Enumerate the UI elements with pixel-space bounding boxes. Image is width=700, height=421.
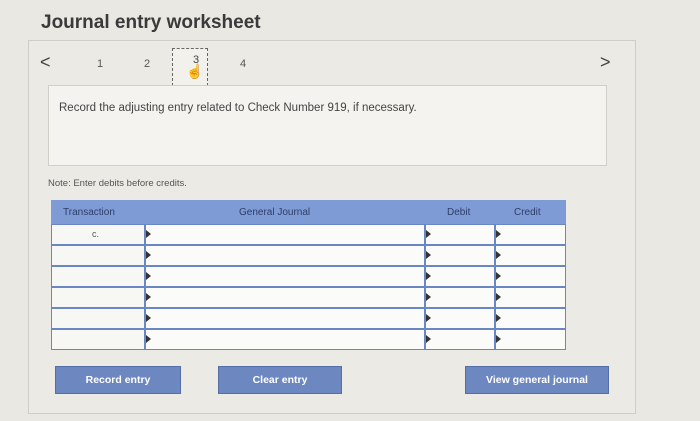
- row-marker-icon: [146, 293, 151, 301]
- journal-table: Transaction General Journal Debit Credit…: [51, 200, 566, 350]
- debit-input[interactable]: [426, 309, 494, 328]
- debit-input[interactable]: [426, 225, 494, 244]
- debit-input[interactable]: [426, 330, 494, 349]
- instruction-box: Record the adjusting entry related to Ch…: [48, 85, 607, 166]
- credit-input[interactable]: [496, 309, 565, 328]
- column-header-credit: Credit: [514, 207, 541, 218]
- step-4-tab[interactable]: 4: [240, 58, 246, 70]
- general-journal-input[interactable]: [146, 225, 424, 244]
- row-marker-icon: [496, 314, 501, 322]
- general-journal-input[interactable]: [146, 309, 424, 328]
- row-marker-icon: [426, 230, 431, 238]
- step-1-tab[interactable]: 1: [97, 58, 103, 70]
- chevron-right-icon[interactable]: >: [600, 52, 611, 73]
- row-marker-icon: [146, 272, 151, 280]
- hand-pointer-icon: ☝: [186, 63, 204, 79]
- transaction-cell: c.: [52, 225, 144, 244]
- page-title: Journal entry worksheet: [41, 12, 261, 33]
- step-3-tab[interactable]: 3 ☝: [172, 48, 208, 86]
- chevron-left-icon[interactable]: <: [40, 52, 51, 73]
- general-journal-input[interactable]: [146, 267, 424, 286]
- instruction-text: Record the adjusting entry related to Ch…: [59, 102, 417, 114]
- row-marker-icon: [426, 314, 431, 322]
- credit-input[interactable]: [496, 288, 565, 307]
- row-marker-icon: [426, 293, 431, 301]
- general-journal-input[interactable]: [146, 288, 424, 307]
- credit-input[interactable]: [496, 267, 565, 286]
- table-header: Transaction General Journal Debit Credit: [51, 200, 566, 224]
- row-marker-icon: [426, 272, 431, 280]
- row-marker-icon: [496, 230, 501, 238]
- general-journal-input[interactable]: [146, 330, 424, 349]
- step-2-tab[interactable]: 2: [144, 58, 150, 70]
- debit-input[interactable]: [426, 267, 494, 286]
- debit-input[interactable]: [426, 246, 494, 265]
- transaction-cell: [52, 267, 144, 286]
- transaction-label: c.: [92, 229, 100, 239]
- row-marker-icon: [496, 293, 501, 301]
- credit-input[interactable]: [496, 225, 565, 244]
- credit-input[interactable]: [496, 330, 565, 349]
- transaction-cell: [52, 246, 144, 265]
- note-text: Note: Enter debits before credits.: [48, 178, 187, 189]
- column-header-transaction: Transaction: [63, 207, 115, 218]
- record-entry-button[interactable]: Record entry: [55, 366, 181, 394]
- column-header-debit: Debit: [447, 207, 471, 218]
- row-marker-icon: [496, 335, 501, 343]
- row-marker-icon: [426, 335, 431, 343]
- debit-input[interactable]: [426, 288, 494, 307]
- row-marker-icon: [146, 335, 151, 343]
- view-general-journal-button[interactable]: View general journal: [465, 366, 609, 394]
- row-marker-icon: [146, 314, 151, 322]
- row-marker-icon: [146, 251, 151, 259]
- transaction-cell: [52, 309, 144, 328]
- credit-input[interactable]: [496, 246, 565, 265]
- general-journal-input[interactable]: [146, 246, 424, 265]
- row-marker-icon: [146, 230, 151, 238]
- transaction-cell: [52, 330, 144, 349]
- row-marker-icon: [426, 251, 431, 259]
- row-marker-icon: [496, 272, 501, 280]
- clear-entry-button[interactable]: Clear entry: [218, 366, 342, 394]
- transaction-cell: [52, 288, 144, 307]
- row-marker-icon: [496, 251, 501, 259]
- column-header-general-journal: General Journal: [239, 207, 311, 218]
